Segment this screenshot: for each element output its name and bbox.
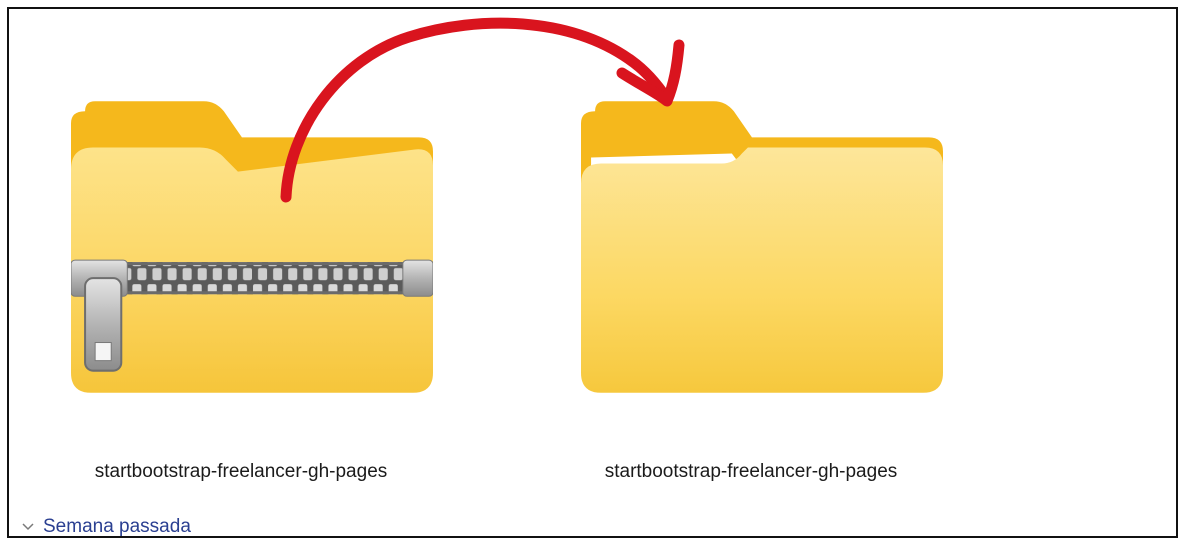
chevron-down-icon — [22, 523, 34, 531]
item-label: startbootstrap-freelancer-gh-pages — [604, 461, 898, 482]
folder-item[interactable]: startbootstrap-freelancer-gh-pages — [541, 9, 961, 509]
item-label: startbootstrap-freelancer-gh-pages — [94, 461, 388, 482]
group-header-last-week[interactable]: Semana passada — [21, 514, 191, 537]
folder-icon — [581, 101, 943, 393]
zip-folder-icon — [71, 101, 433, 393]
group-label: Semana passada — [43, 516, 191, 537]
file-explorer-view: startbootstrap-freelancer-gh-pages start… — [7, 7, 1178, 538]
compressed-folder-item[interactable]: startbootstrap-freelancer-gh-pages — [31, 9, 451, 509]
